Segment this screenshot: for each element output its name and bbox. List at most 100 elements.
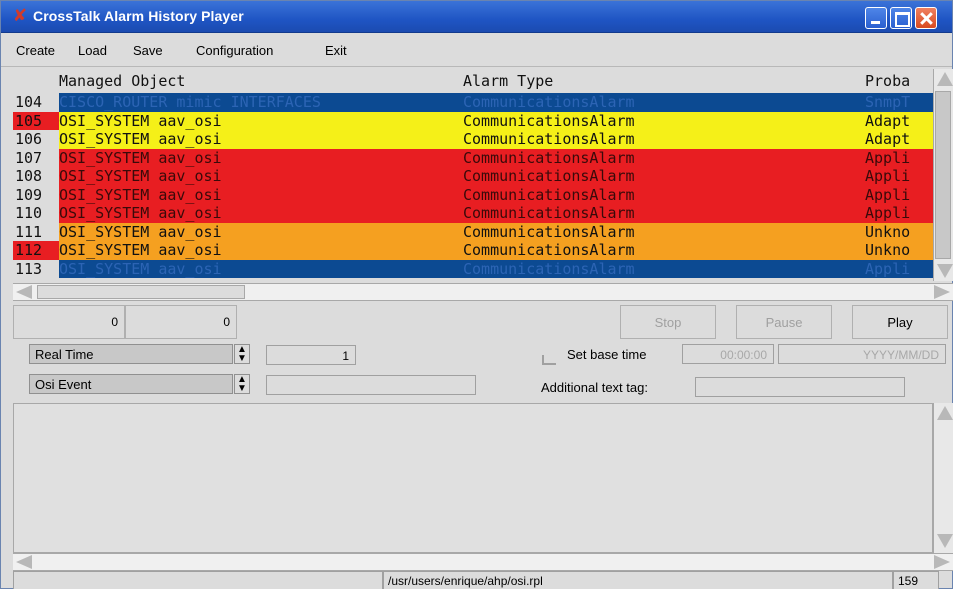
menu-create[interactable]: Create bbox=[16, 43, 55, 58]
maximize-button[interactable] bbox=[890, 7, 912, 29]
table-row[interactable]: 111 OSI_SYSTEM aav_osi CommunicationsAlarm… bbox=[13, 222, 933, 241]
table-vertical-scrollbar[interactable] bbox=[933, 69, 953, 281]
set-base-time-checkbox[interactable] bbox=[542, 353, 556, 365]
cell-managed-object: CISCO_ROUTER mimic INTERFACES bbox=[59, 93, 321, 111]
detail-scroll-left-arrow-icon[interactable] bbox=[16, 555, 34, 569]
row-number: 112 bbox=[13, 241, 59, 260]
column-header-managed-object[interactable]: Managed Object bbox=[59, 72, 185, 90]
menu-load[interactable]: Load bbox=[78, 43, 107, 58]
column-header-probable-cause[interactable]: Proba bbox=[865, 72, 910, 90]
cell-managed-object: OSI_SYSTEM aav_osi bbox=[59, 259, 222, 278]
cell-probable-cause: Appli bbox=[865, 204, 911, 222]
cell-probable-cause: Unkno bbox=[865, 222, 911, 241]
table-row[interactable]: 110 OSI_SYSTEM aav_osi CommunicationsAlarm… bbox=[13, 204, 933, 223]
event-type-select[interactable]: Osi Event bbox=[29, 374, 233, 394]
alarm-table[interactable]: Managed Object Alarm Type Proba 104 CISCO… bbox=[13, 69, 933, 281]
table-row[interactable]: 108 OSI_SYSTEM aav_osi CommunicationsAlarm… bbox=[13, 167, 933, 186]
pause-button[interactable]: Pause bbox=[736, 305, 832, 339]
table-row[interactable]: 105 OSI_SYSTEM aav_osi CommunicationsAlarm… bbox=[13, 111, 933, 130]
mode-select[interactable]: Real Time bbox=[29, 344, 233, 364]
menu-exit[interactable]: Exit bbox=[325, 43, 347, 58]
row-cells: OSI_SYSTEM aav_osi CommunicationsAlarm App… bbox=[59, 148, 933, 167]
table-row[interactable]: 104 CISCO_ROUTER mimic INTERFACES Communic… bbox=[13, 93, 933, 112]
cell-alarm-type: CommunicationsAlarm bbox=[463, 148, 635, 167]
status-left-cell bbox=[13, 571, 383, 589]
table-row[interactable]: 113 OSI_SYSTEM aav_osi CommunicationsAlarm… bbox=[13, 259, 933, 278]
alarm-detail-text-panel[interactable] bbox=[13, 403, 933, 553]
row-number: 107 bbox=[13, 148, 59, 167]
additional-text-tag-input[interactable] bbox=[695, 377, 905, 397]
menu-bar: Create Load Save Configuration Exit bbox=[1, 33, 952, 67]
row-number: 109 bbox=[13, 185, 59, 204]
minimize-button[interactable] bbox=[865, 7, 887, 29]
row-cells: OSI_SYSTEM aav_osi CommunicationsAlarm App… bbox=[59, 167, 933, 186]
title-bar[interactable]: ✘ CrossTalk Alarm History Player bbox=[1, 1, 952, 33]
row-cells: CISCO_ROUTER mimic INTERFACES Communicati… bbox=[59, 93, 933, 112]
cell-alarm-type: CommunicationsAlarm bbox=[463, 259, 635, 278]
menu-save[interactable]: Save bbox=[133, 43, 163, 58]
detail-scroll-right-arrow-icon[interactable] bbox=[932, 555, 950, 569]
cell-alarm-type: CommunicationsAlarm bbox=[463, 241, 635, 259]
row-number: 104 bbox=[13, 93, 59, 112]
row-number: 111 bbox=[13, 222, 59, 241]
row-cells: OSI_SYSTEM aav_osi CommunicationsAlarm Unk… bbox=[59, 222, 933, 241]
stop-button[interactable]: Stop bbox=[620, 305, 716, 339]
detail-scroll-down-arrow-icon[interactable] bbox=[934, 531, 953, 551]
cell-managed-object: OSI_SYSTEM aav_osi bbox=[59, 130, 222, 148]
mode-spinner-icon[interactable]: ▲ ▼ bbox=[234, 344, 250, 364]
table-row[interactable]: 109 OSI_SYSTEM aav_osi CommunicationsAlarm… bbox=[13, 185, 933, 204]
scroll-left-arrow-icon[interactable] bbox=[16, 285, 34, 299]
detail-scroll-up-arrow-icon[interactable] bbox=[934, 403, 953, 423]
close-button[interactable] bbox=[915, 7, 937, 29]
column-header-alarm-type[interactable]: Alarm Type bbox=[463, 72, 553, 90]
cell-alarm-type: CommunicationsAlarm bbox=[463, 93, 635, 111]
table-row[interactable]: 106 OSI_SYSTEM aav_osi CommunicationsAlarm… bbox=[13, 130, 933, 149]
cell-probable-cause: Unkno bbox=[865, 241, 911, 259]
cell-managed-object: OSI_SYSTEM aav_osi bbox=[59, 222, 222, 241]
window-title: CrossTalk Alarm History Player bbox=[33, 8, 244, 24]
cell-alarm-type: CommunicationsAlarm bbox=[463, 167, 635, 185]
cell-alarm-type: CommunicationsAlarm bbox=[463, 222, 635, 241]
status-count: 159 bbox=[893, 571, 939, 589]
cell-managed-object: OSI_SYSTEM aav_osi bbox=[59, 185, 222, 204]
menu-configuration[interactable]: Configuration bbox=[196, 43, 273, 58]
row-number: 106 bbox=[13, 130, 59, 149]
row-cells: OSI_SYSTEM aav_osi CommunicationsAlarm App… bbox=[59, 185, 933, 204]
cell-alarm-type: CommunicationsAlarm bbox=[463, 204, 635, 222]
scroll-down-arrow-icon[interactable] bbox=[934, 261, 953, 281]
cell-managed-object: OSI_SYSTEM aav_osi bbox=[59, 111, 222, 130]
table-row[interactable]: 107 OSI_SYSTEM aav_osi CommunicationsAlarm… bbox=[13, 148, 933, 167]
cell-probable-cause: Appli bbox=[865, 167, 911, 185]
event-filter-input[interactable] bbox=[266, 375, 476, 395]
cell-probable-cause: SnmpT bbox=[865, 93, 911, 111]
base-date-input[interactable]: YYYY/MM/DD bbox=[778, 344, 946, 364]
cell-probable-cause: Adapt bbox=[865, 111, 911, 130]
set-base-time-label: Set base time bbox=[567, 347, 647, 362]
play-button[interactable]: Play bbox=[852, 305, 948, 339]
base-time-input[interactable]: 00:00:00 bbox=[682, 344, 774, 364]
cell-managed-object: OSI_SYSTEM aav_osi bbox=[59, 204, 222, 222]
table-horizontal-scrollbar[interactable] bbox=[13, 283, 953, 301]
cell-alarm-type: CommunicationsAlarm bbox=[463, 185, 635, 204]
cell-managed-object: OSI_SYSTEM aav_osi bbox=[59, 167, 222, 185]
event-type-spinner-icon[interactable]: ▲ ▼ bbox=[234, 374, 250, 394]
detail-horizontal-scrollbar[interactable] bbox=[13, 553, 953, 571]
app-window: ✘ CrossTalk Alarm History Player Create … bbox=[0, 0, 953, 589]
total-counter: 0 bbox=[125, 305, 237, 339]
detail-vertical-scrollbar[interactable] bbox=[933, 403, 953, 553]
table-horizontal-scroll-thumb[interactable] bbox=[37, 285, 245, 299]
scroll-right-arrow-icon[interactable] bbox=[932, 285, 950, 299]
row-number: 113 bbox=[13, 259, 59, 278]
position-counter: 0 bbox=[13, 305, 125, 339]
additional-text-tag-label: Additional text tag: bbox=[541, 380, 648, 395]
table-row[interactable]: 112 OSI_SYSTEM aav_osi CommunicationsAlarm… bbox=[13, 241, 933, 260]
row-number: 108 bbox=[13, 167, 59, 186]
row-cells: OSI_SYSTEM aav_osi CommunicationsAlarm Ada… bbox=[59, 111, 933, 130]
cell-alarm-type: CommunicationsAlarm bbox=[463, 130, 635, 148]
row-number: 105 bbox=[13, 111, 59, 130]
status-file-path: /usr/users/enrique/ahp/osi.rpl bbox=[383, 571, 893, 589]
speed-input[interactable]: 1 bbox=[266, 345, 356, 365]
table-vertical-scroll-thumb[interactable] bbox=[935, 91, 951, 259]
cell-probable-cause: Appli bbox=[865, 185, 911, 204]
scroll-up-arrow-icon[interactable] bbox=[934, 69, 953, 89]
